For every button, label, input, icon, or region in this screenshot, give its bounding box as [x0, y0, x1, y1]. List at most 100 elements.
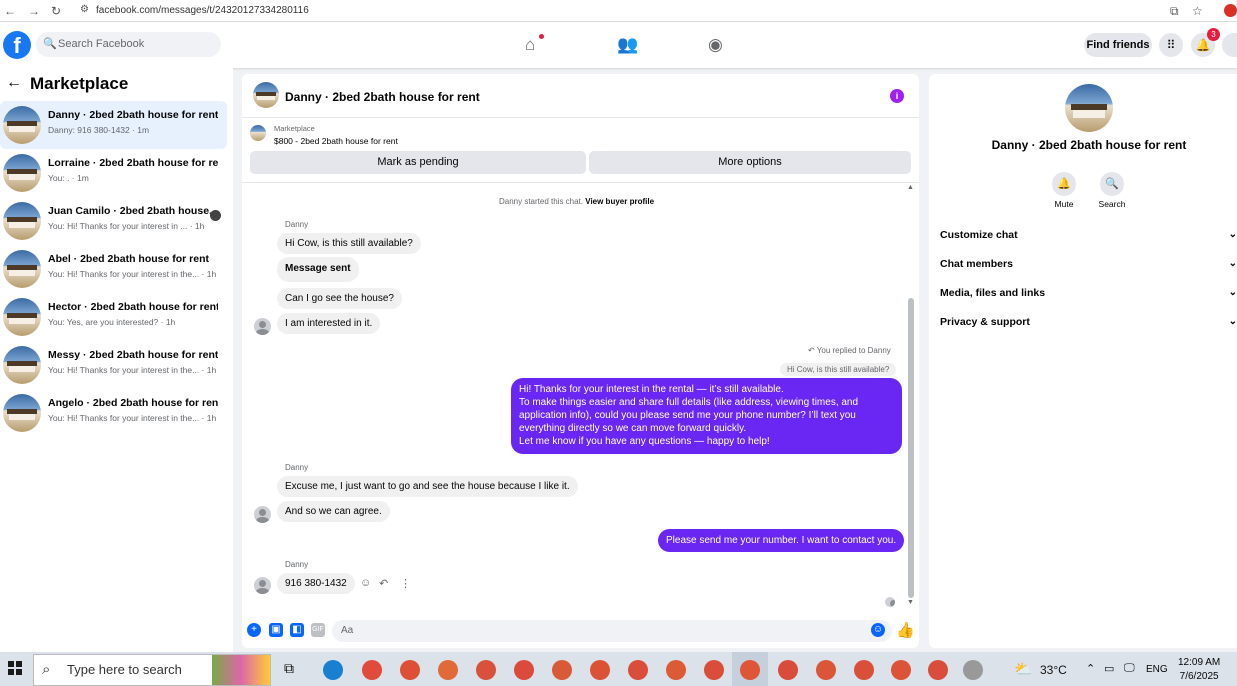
language-indicator[interactable]: ENG	[1146, 664, 1168, 675]
photo-icon[interactable]: ▣	[269, 623, 283, 637]
chrome-icon[interactable]	[362, 660, 382, 680]
temperature[interactable]: 33°C	[1040, 663, 1067, 677]
home-icon[interactable]: ⌂	[525, 35, 535, 55]
chrome-icon[interactable]	[514, 660, 534, 680]
taskbar-search[interactable]: ⌕ Type here to search	[33, 654, 271, 686]
chrome-icon[interactable]	[590, 660, 610, 680]
scroll-up-icon[interactable]: ▲	[907, 184, 914, 191]
windows-start-icon[interactable]	[8, 661, 22, 675]
conversation-item[interactable]: Danny · 2bed 2bath house for rent Danny:…	[0, 101, 227, 149]
mute-bell-icon[interactable]: 🔔	[1052, 172, 1076, 196]
conversation-preview: You: Hi! Thanks for your interest in the…	[48, 365, 217, 375]
row-label: Chat members	[940, 258, 1013, 270]
chrome-icon[interactable]	[891, 660, 911, 680]
scrollbar[interactable]	[908, 298, 914, 598]
facebook-logo-icon[interactable]: f	[3, 31, 31, 59]
scroll-down-icon[interactable]: ▼	[907, 599, 914, 606]
info-icon[interactable]: i	[890, 89, 904, 103]
groups-icon[interactable]: ◉	[708, 35, 723, 55]
battery-icon[interactable]: ▭	[1104, 662, 1114, 675]
chrome-icon[interactable]	[400, 660, 420, 680]
incoming-message[interactable]: 916 380-1432	[277, 573, 355, 594]
forward-icon[interactable]: →	[28, 4, 40, 18]
listing-title: $800 - 2bed 2bath house for rent	[274, 136, 398, 146]
chevron-down-icon: ⌄	[1228, 287, 1237, 298]
chrome-icon[interactable]	[628, 660, 648, 680]
find-friends-button[interactable]: Find friends	[1084, 33, 1152, 57]
chrome-icon[interactable]	[778, 660, 798, 680]
app-icon[interactable]	[963, 660, 983, 680]
plus-icon[interactable]: +	[247, 623, 261, 637]
reload-icon[interactable]: ↻	[51, 4, 61, 18]
more-options-button[interactable]: More options	[589, 151, 911, 174]
site-info-icon[interactable]: ⚙	[80, 4, 89, 15]
home-dot	[539, 34, 544, 39]
edge-icon[interactable]	[323, 660, 343, 680]
address-bar[interactable]: facebook.com/messages/t/2432012733428011…	[96, 5, 309, 16]
profile-icon[interactable]	[1224, 4, 1237, 17]
chrome-icon[interactable]	[438, 660, 458, 680]
gif-icon[interactable]: GIF	[311, 623, 325, 637]
reply-quote[interactable]: Hi Cow, is this still available?	[780, 363, 897, 376]
mute-label: Mute	[1054, 199, 1074, 209]
incoming-message[interactable]: Hi Cow, is this still available?	[277, 233, 421, 254]
menu-grid-icon[interactable]: ⠿	[1159, 33, 1183, 57]
house-avatar	[3, 250, 41, 288]
incoming-message[interactable]: Can I go see the house?	[277, 288, 402, 309]
chrome-icon[interactable]	[928, 660, 948, 680]
incoming-message[interactable]: And so we can agree.	[277, 501, 390, 522]
profile-avatar[interactable]	[1065, 84, 1113, 132]
search-icon[interactable]: 🔍	[1100, 172, 1124, 196]
like-icon[interactable]: 👍	[896, 621, 915, 639]
house-avatar	[3, 346, 41, 384]
chrome-icon[interactable]	[854, 660, 874, 680]
view-buyer-link[interactable]: View buyer profile	[585, 197, 654, 206]
chrome-icon[interactable]	[816, 660, 836, 680]
incoming-message[interactable]: I am interested in it.	[277, 313, 381, 334]
conversation-name: Juan Camilo · 2bed 2bath house...	[48, 205, 218, 217]
chrome-icon[interactable]	[476, 660, 496, 680]
search-input[interactable]: 🔍 Search Facebook	[36, 32, 221, 57]
conversation-item[interactable]: Angelo · 2bed 2bath house for rent You: …	[0, 389, 227, 437]
bookmark-star-icon[interactable]: ☆	[1192, 4, 1203, 18]
chat-title[interactable]: Danny · 2bed 2bath house for rent	[285, 90, 480, 104]
conversation-preview: Danny: 916 380-1432 · 1m	[48, 125, 150, 135]
mark-pending-button[interactable]: Mark as pending	[250, 151, 586, 174]
chrome-icon[interactable]	[552, 660, 572, 680]
incoming-message[interactable]: Excuse me, I just want to go and see the…	[277, 476, 578, 497]
back-icon[interactable]: ←	[4, 4, 16, 18]
emoji-icon[interactable]: ☺	[871, 623, 885, 637]
chrome-icon[interactable]	[666, 660, 686, 680]
more-icon[interactable]: ⋮	[400, 577, 411, 590]
network-icon[interactable]: 🖵	[1124, 662, 1135, 675]
profile-name: Danny · 2bed 2bath house for rent	[991, 138, 1187, 152]
chevron-up-icon[interactable]: ⌃	[1086, 662, 1095, 675]
chrome-icon[interactable]	[740, 660, 760, 680]
customize-chat-row[interactable]: Customize chat ⌄	[940, 229, 1237, 241]
conversation-item[interactable]: Juan Camilo · 2bed 2bath house... You: H…	[0, 197, 227, 245]
outgoing-message[interactable]: Hi! Thanks for your interest in the rent…	[511, 378, 902, 454]
outgoing-message[interactable]: Please send me your number. I want to co…	[658, 529, 905, 552]
conversation-item[interactable]: Lorraine · 2bed 2bath house for rent You…	[0, 149, 227, 197]
task-view-icon[interactable]: ⧉	[284, 660, 294, 677]
sticker-icon[interactable]: ◧	[290, 623, 304, 637]
back-arrow-icon[interactable]: ←	[6, 74, 22, 92]
chat-members-row[interactable]: Chat members ⌄	[940, 258, 1237, 270]
friends-icon[interactable]: 👥	[617, 35, 638, 55]
chat-avatar[interactable]	[253, 82, 279, 108]
chrome-icon[interactable]	[704, 660, 724, 680]
conversation-item[interactable]: Abel · 2bed 2bath house for rent You: Hi…	[0, 245, 227, 293]
install-icon[interactable]: ⧉	[1170, 4, 1179, 19]
conversation-item[interactable]: Hector · 2bed 2bath house for rent You: …	[0, 293, 227, 341]
taskbar-search-placeholder: Type here to search	[67, 662, 182, 677]
conversation-item[interactable]: Messy · 2bed 2bath house for rent You: H…	[0, 341, 227, 389]
privacy-support-row[interactable]: Privacy & support ⌄	[940, 316, 1237, 328]
message-input[interactable]: Aa	[332, 620, 892, 642]
incoming-message[interactable]: Message sent	[277, 257, 359, 282]
media-files-row[interactable]: Media, files and links ⌄	[940, 287, 1237, 299]
search-label: Search	[1098, 199, 1126, 209]
reply-icon[interactable]: ↶	[379, 577, 388, 590]
react-icon[interactable]: ☺	[360, 577, 371, 589]
weather-icon[interactable]: ⛅	[1014, 660, 1033, 678]
clock[interactable]: 12:09 AM 7/6/2025	[1178, 656, 1220, 684]
